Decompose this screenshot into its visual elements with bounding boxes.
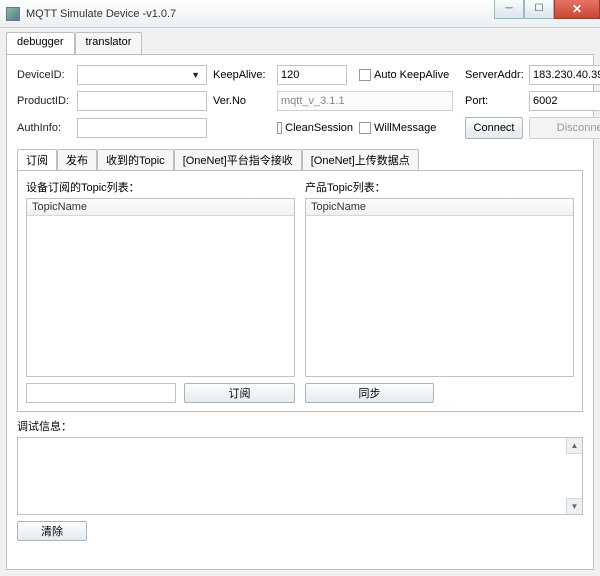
client-area: debugger translator DeviceID: ▼ KeepAliv… <box>0 28 600 576</box>
will-message-wrap[interactable]: WillMessage <box>359 122 459 134</box>
product-id-label: ProductID: <box>17 95 71 107</box>
maximize-button[interactable]: ☐ <box>524 0 554 19</box>
minimize-icon: ─ <box>505 4 512 14</box>
auto-keepalive-wrap[interactable]: Auto KeepAlive <box>359 69 459 81</box>
scroll-down-icon[interactable]: ▼ <box>566 498 582 514</box>
device-id-label: DeviceID: <box>17 69 71 81</box>
clean-session-label: CleanSession <box>285 122 353 134</box>
sync-button[interactable]: 同步 <box>305 383 434 403</box>
maximize-icon: ☐ <box>535 4 544 14</box>
tab-translator[interactable]: translator <box>75 32 143 54</box>
device-id-combo[interactable]: ▼ <box>77 65 207 85</box>
tab-received-topics[interactable]: 收到的Topic <box>97 149 174 170</box>
connection-grid: DeviceID: ▼ KeepAlive: Auto KeepAlive Se… <box>17 65 583 139</box>
minimize-button[interactable]: ─ <box>494 0 524 19</box>
auto-keepalive-label: Auto KeepAlive <box>374 69 449 81</box>
debug-info-label: 调试信息： <box>17 418 583 434</box>
close-button[interactable]: ✕ <box>554 0 600 19</box>
auto-keepalive-checkbox[interactable] <box>359 69 371 81</box>
title-bar: MQTT Simulate Device -v1.0.7 ─ ☐ ✕ <box>0 0 600 28</box>
ver-no-label: Ver.No <box>213 95 271 107</box>
close-icon: ✕ <box>572 3 582 15</box>
port-input[interactable] <box>529 91 600 111</box>
disconnect-button: Disconnect <box>529 117 600 139</box>
keep-alive-label: KeepAlive: <box>213 69 271 81</box>
device-topic-header: TopicName <box>27 199 294 216</box>
inner-tabs: 订阅 发布 收到的Topic [OneNet]平台指令接收 [OneNet]上传… <box>17 149 583 170</box>
clear-button[interactable]: 清除 <box>17 521 87 541</box>
will-message-label: WillMessage <box>374 122 436 134</box>
tab-publish[interactable]: 发布 <box>57 149 97 170</box>
server-addr-label: ServerAddr: <box>465 69 523 81</box>
app-icon <box>6 7 20 21</box>
device-topic-listbox[interactable]: TopicName <box>26 198 295 377</box>
auth-info-input[interactable] <box>77 118 207 138</box>
inner-tabs-wrap: 订阅 发布 收到的Topic [OneNet]平台指令接收 [OneNet]上传… <box>17 149 583 412</box>
product-topic-listbox[interactable]: TopicName <box>305 198 574 377</box>
clean-session-checkbox[interactable] <box>277 122 282 134</box>
product-topic-header: TopicName <box>306 199 573 216</box>
subscribe-panel: 设备订阅的Topic列表： TopicName 订阅 产品Topic列表： To… <box>17 170 583 412</box>
window-controls: ─ ☐ ✕ <box>494 0 600 19</box>
tab-debugger[interactable]: debugger <box>6 32 75 54</box>
debugger-panel: DeviceID: ▼ KeepAlive: Auto KeepAlive Se… <box>6 54 594 570</box>
window-title: MQTT Simulate Device -v1.0.7 <box>26 8 176 20</box>
tab-onenet-cmd-recv[interactable]: [OneNet]平台指令接收 <box>174 149 302 170</box>
debug-output[interactable]: ▲ ▼ <box>17 437 583 515</box>
tab-onenet-upload-dp[interactable]: [OneNet]上传数据点 <box>302 149 419 170</box>
device-topic-list-label: 设备订阅的Topic列表： <box>26 179 295 195</box>
device-topic-col: 设备订阅的Topic列表： TopicName 订阅 <box>26 179 295 403</box>
product-id-input[interactable] <box>77 91 207 111</box>
product-topic-col: 产品Topic列表： TopicName 同步 <box>305 179 574 403</box>
chevron-down-icon: ▼ <box>191 70 203 80</box>
connect-button[interactable]: Connect <box>465 117 523 139</box>
subscribe-button[interactable]: 订阅 <box>184 383 295 403</box>
ver-no-field <box>277 91 453 111</box>
scroll-up-icon[interactable]: ▲ <box>566 438 582 454</box>
clean-session-wrap[interactable]: CleanSession <box>277 122 353 134</box>
subscribe-topic-input[interactable] <box>26 383 176 403</box>
server-addr-input[interactable] <box>529 65 600 85</box>
will-message-checkbox[interactable] <box>359 122 371 134</box>
tab-subscribe[interactable]: 订阅 <box>17 149 57 170</box>
product-topic-list-label: 产品Topic列表： <box>305 179 574 195</box>
auth-info-label: AuthInfo: <box>17 122 71 134</box>
outer-tabs: debugger translator <box>6 32 594 54</box>
keep-alive-input[interactable] <box>277 65 347 85</box>
port-label: Port: <box>465 95 523 107</box>
